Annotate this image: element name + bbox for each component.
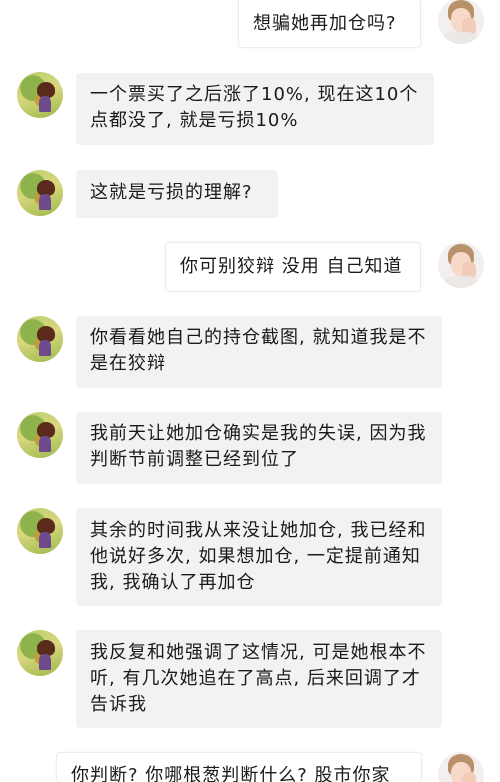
avatar-self[interactable] [17,170,63,216]
avatar-other[interactable] [438,0,484,44]
message-bubble-right[interactable]: 你可别狡辩 没用 自己知道 [165,242,421,292]
message-bubble-left[interactable]: 其余的时间我从来没让她加仓, 我已经和他说好多次, 如果想加仓, 一定提前通知我… [76,508,442,606]
avatar-self[interactable] [17,508,63,554]
message-bubble-left[interactable]: 这就是亏损的理解? [76,170,278,218]
avatar-body [39,194,51,210]
message-bubble-right[interactable]: 你判断? 你哪根葱判断什么? 股市你家 [56,752,422,782]
avatar-shoulders [444,276,478,288]
message-bubble-left[interactable]: 你看看她自己的持仓截图, 就知道我是不是在狡辩 [76,316,442,388]
avatar-body [39,436,51,452]
avatar-shoulders [444,32,478,44]
avatar-self[interactable] [17,316,63,362]
avatar-self[interactable] [17,72,63,118]
message-bubble-right[interactable]: 想骗她再加仓吗? [238,0,421,48]
message-bubble-left[interactable]: 我反复和她强调了这情况, 可是她根本不听, 有几次她追在了高点, 后来回调了才告… [76,630,442,728]
avatar-body [39,340,51,356]
avatar-self[interactable] [17,630,63,676]
message-bubble-left[interactable]: 一个票买了之后涨了10%, 现在这10个点都没了, 就是亏损10% [76,73,434,145]
message-bubble-left[interactable]: 我前天让她加仓确实是我的失误, 因为我判断节前调整已经到位了 [76,412,442,484]
avatar-other[interactable] [438,752,484,782]
avatar-body [39,96,51,112]
avatar-body [39,532,51,548]
chat-thread: 想骗她再加仓吗? 一个票买了之后涨了10%, 现在这10个点都没了, 就是亏损1… [0,0,500,782]
avatar-body [39,654,51,670]
avatar-hand [462,772,476,782]
avatar-self[interactable] [17,412,63,458]
avatar-other[interactable] [438,242,484,288]
